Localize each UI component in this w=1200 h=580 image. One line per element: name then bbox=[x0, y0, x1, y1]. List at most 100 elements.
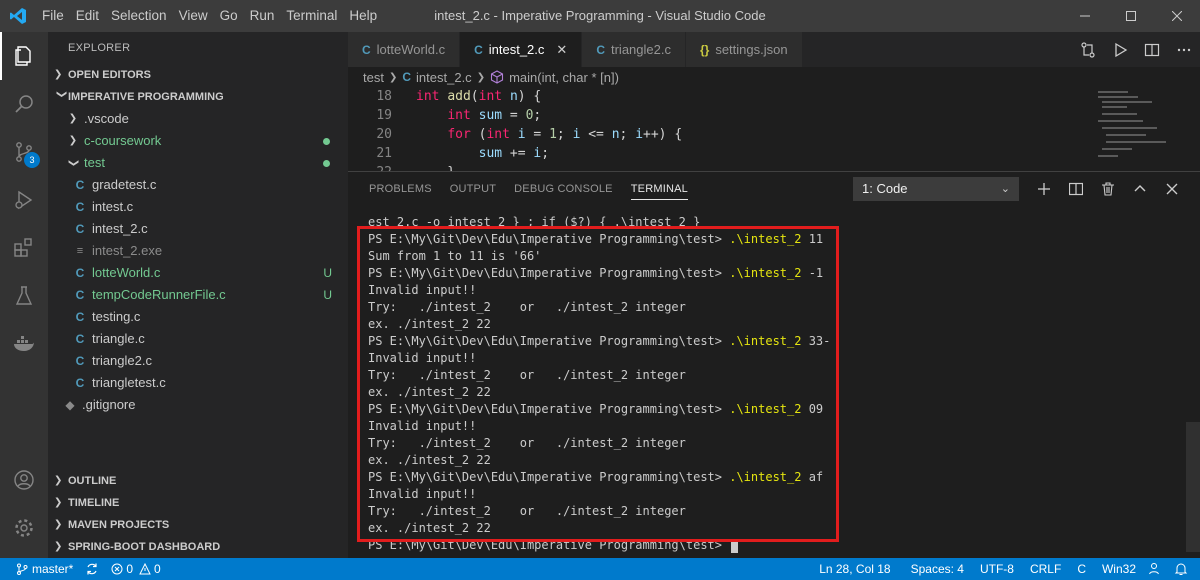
timeline-section[interactable]: ❯ TIMELINE bbox=[48, 492, 348, 514]
close-panel-button[interactable] bbox=[1156, 175, 1188, 203]
trash-icon bbox=[1102, 182, 1114, 196]
spring-boot-dashboard-section[interactable]: ❯ SPRING-BOOT DASHBOARD bbox=[48, 536, 348, 558]
git-branch-icon bbox=[17, 563, 28, 575]
tree-label: triangle2.c bbox=[92, 353, 152, 368]
menu-selection[interactable]: Selection bbox=[105, 0, 173, 32]
tree-item-lotteworld[interactable]: C lotteWorld.c U bbox=[48, 262, 348, 284]
activity-docker[interactable] bbox=[0, 320, 48, 368]
activity-manage[interactable] bbox=[0, 504, 48, 552]
notifications-button[interactable] bbox=[1168, 558, 1194, 580]
tab-settings-json[interactable]: {} settings.json bbox=[685, 32, 803, 67]
chevron-right-icon: ❯ bbox=[54, 497, 63, 508]
tree-item-c-coursework[interactable]: ❯ c-coursework bbox=[48, 130, 348, 152]
kill-terminal-button[interactable] bbox=[1092, 175, 1124, 203]
section-label: MAVEN PROJECTS bbox=[68, 519, 170, 531]
code-editor[interactable]: 18 int add(int n) { 19 int sum = 0; 20 fo… bbox=[348, 87, 1088, 171]
test-flask-icon bbox=[15, 286, 33, 305]
encoding[interactable]: UTF-8 bbox=[974, 558, 1020, 580]
run-file-button[interactable] bbox=[1104, 32, 1136, 67]
language-mode[interactable]: C bbox=[1071, 558, 1092, 580]
outline-section[interactable]: ❯ OUTLINE bbox=[48, 470, 348, 492]
tab-debug-console[interactable]: DEBUG CONSOLE bbox=[505, 172, 622, 206]
open-editors-section[interactable]: ❯ OPEN EDITORS bbox=[48, 64, 348, 86]
platform[interactable]: Win32 bbox=[1096, 558, 1142, 580]
close-tab-icon[interactable]: ✕ bbox=[556, 42, 567, 58]
tab-output[interactable]: OUTPUT bbox=[441, 172, 505, 206]
menu-view[interactable]: View bbox=[173, 0, 214, 32]
menu-run[interactable]: Run bbox=[244, 0, 281, 32]
tree-item-intest[interactable]: C intest.c bbox=[48, 196, 348, 218]
tree-item-testing[interactable]: C testing.c bbox=[48, 306, 348, 328]
tree-item-tempcoderunnerfile[interactable]: C tempCodeRunnerFile.c U bbox=[48, 284, 348, 306]
problems-indicator[interactable]: 0 0 bbox=[105, 558, 166, 580]
split-editor-icon bbox=[1144, 43, 1160, 56]
indentation[interactable]: Spaces: 4 bbox=[905, 558, 970, 580]
editor-scrollbar[interactable] bbox=[1186, 87, 1200, 171]
menu-help[interactable]: Help bbox=[343, 0, 383, 32]
terminal-scrollbar[interactable] bbox=[1186, 422, 1200, 552]
tab-terminal[interactable]: TERMINAL bbox=[622, 172, 697, 206]
breadcrumb-file[interactable]: intest_2.c bbox=[416, 70, 472, 85]
close-window-button[interactable] bbox=[1154, 0, 1200, 32]
tree-label: test bbox=[84, 155, 105, 170]
compare-icon bbox=[1081, 41, 1095, 58]
tree-item-vscode[interactable]: ❯ .vscode bbox=[48, 108, 348, 130]
split-terminal-button[interactable] bbox=[1060, 175, 1092, 203]
minimize-button[interactable] bbox=[1062, 0, 1108, 32]
tree-item-triangle[interactable]: C triangle.c bbox=[48, 328, 348, 350]
tree-item-gradetest[interactable]: C gradetest.c bbox=[48, 174, 348, 196]
tab-triangle2[interactable]: C triangle2.c bbox=[582, 32, 686, 67]
maximize-panel-button[interactable] bbox=[1124, 175, 1156, 203]
activity-search[interactable] bbox=[0, 80, 48, 128]
maven-projects-section[interactable]: ❯ MAVEN PROJECTS bbox=[48, 514, 348, 536]
line-number: 22 bbox=[348, 163, 392, 171]
maximize-button[interactable] bbox=[1108, 0, 1154, 32]
terminal-prompt-line: PS E:\My\Git\Dev\Edu\Imperative Programm… bbox=[368, 537, 1188, 554]
more-actions-button[interactable] bbox=[1168, 32, 1200, 67]
activity-accounts[interactable] bbox=[0, 456, 48, 504]
project-section[interactable]: ❯ IMPERATIVE PROGRAMMING bbox=[48, 86, 348, 108]
tab-lotteworld[interactable]: C lotteWorld.c bbox=[348, 32, 461, 67]
tab-label: triangle2.c bbox=[610, 42, 671, 57]
activity-run-debug[interactable] bbox=[0, 176, 48, 224]
terminal-command-line: PS E:\My\Git\Dev\Edu\Imperative Programm… bbox=[368, 231, 1188, 248]
tree-item-triangletest[interactable]: C triangletest.c bbox=[48, 372, 348, 394]
feedback-button[interactable] bbox=[1142, 558, 1168, 580]
breadcrumb-folder[interactable]: test bbox=[363, 70, 384, 85]
status-left: master* 0 0 bbox=[0, 558, 167, 580]
activity-testing[interactable] bbox=[0, 272, 48, 320]
c-file-icon: C bbox=[75, 200, 85, 214]
activity-explorer[interactable] bbox=[0, 32, 48, 80]
chevron-down-icon: ⌄ bbox=[1000, 183, 1010, 195]
tree-item-intest-2-exe[interactable]: ≡ intest_2.exe bbox=[48, 240, 348, 262]
new-terminal-button[interactable] bbox=[1028, 175, 1060, 203]
tree-item-intest-2[interactable]: C intest_2.c bbox=[48, 218, 348, 240]
tab-problems[interactable]: PROBLEMS bbox=[360, 172, 441, 206]
explorer-sidebar: EXPLORER ❯ OPEN EDITORS ❯ IMPERATIVE PRO… bbox=[48, 32, 348, 558]
end-of-line[interactable]: CRLF bbox=[1024, 558, 1067, 580]
tree-item-triangle2[interactable]: C triangle2.c bbox=[48, 350, 348, 372]
tab-label: intest_2.c bbox=[488, 42, 545, 57]
breadcrumb-symbol[interactable]: main(int, char * [n]) bbox=[509, 70, 619, 85]
menu-terminal[interactable]: Terminal bbox=[280, 0, 343, 32]
compare-changes-button[interactable] bbox=[1072, 32, 1104, 67]
cursor-position[interactable]: Ln 28, Col 18 bbox=[813, 558, 896, 580]
tree-item-test-folder[interactable]: ❯ test bbox=[48, 152, 348, 174]
menu-edit[interactable]: Edit bbox=[70, 0, 105, 32]
terminal-select[interactable]: 1: Code ⌄ bbox=[853, 177, 1019, 201]
split-editor-button[interactable] bbox=[1136, 32, 1168, 67]
terminal-output-line: Invalid input!! bbox=[368, 419, 477, 433]
minimap[interactable] bbox=[1090, 87, 1190, 171]
terminal-output-line: Invalid input!! bbox=[368, 283, 477, 297]
menu-go[interactable]: Go bbox=[214, 0, 244, 32]
activity-extensions[interactable] bbox=[0, 224, 48, 272]
vscode-logo-icon bbox=[0, 0, 36, 32]
menu-file[interactable]: File bbox=[36, 0, 70, 32]
tab-intest-2[interactable]: C intest_2.c ✕ bbox=[460, 32, 583, 67]
sync-button[interactable] bbox=[79, 558, 105, 580]
tree-item-gitignore[interactable]: ◆ .gitignore bbox=[48, 394, 348, 416]
modified-dot-icon bbox=[323, 159, 330, 167]
branch-indicator[interactable]: master* bbox=[10, 558, 79, 580]
terminal-output[interactable]: est_2.c -o intest_2 } ; if ($?) { .\inte… bbox=[368, 214, 1188, 554]
activity-source-control[interactable]: 3 bbox=[0, 128, 48, 176]
